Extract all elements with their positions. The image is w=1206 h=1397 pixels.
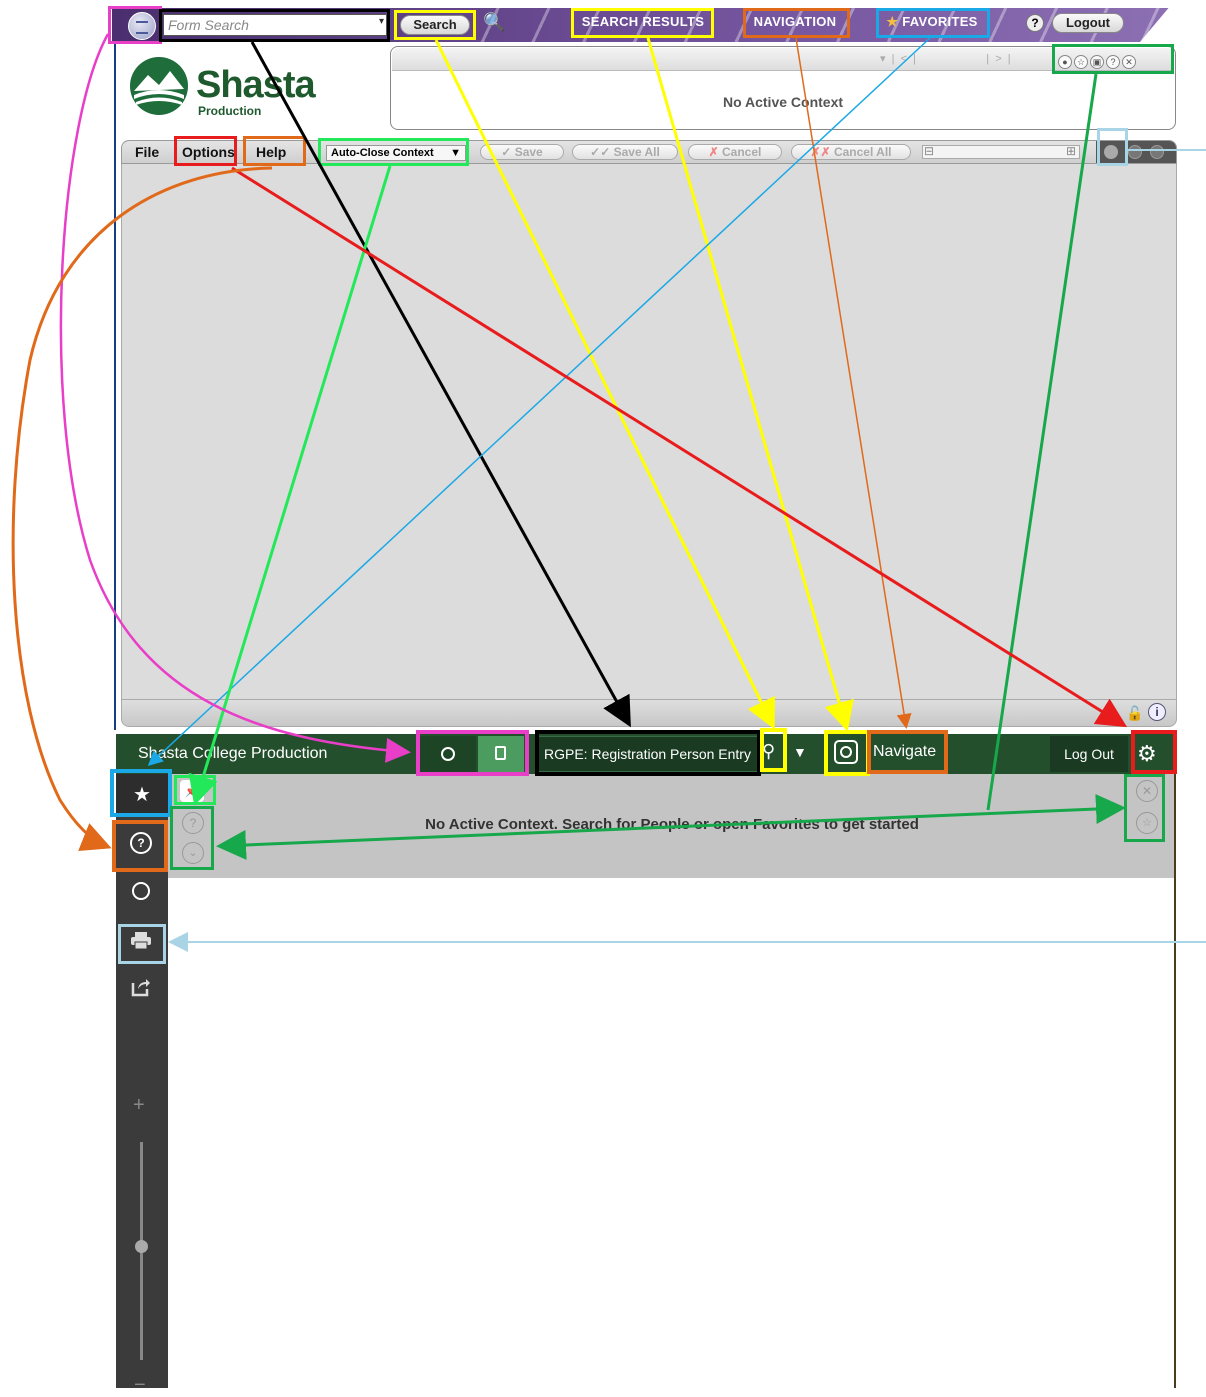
annotation-box-ctx-right [1124,774,1165,842]
annotation-box-favorites [876,8,990,38]
annotation-box-new-search [535,730,761,776]
frame-edge [1174,774,1176,1388]
cancel-button-label: Cancel [722,145,762,159]
cancel-all-button-label: Cancel All [833,145,892,159]
zoom-slider-knob[interactable] [135,1240,148,1253]
check-icon: ✓ [501,145,512,159]
zoom-in-icon[interactable]: + [133,1094,145,1117]
share-icon[interactable] [131,977,151,997]
annotation-box-ctx-left [170,806,214,870]
context-nav-controls: ▾ | < | | > | [880,53,1011,65]
double-cross-icon: ✗✗ [810,145,831,159]
annotation-box-person-form [416,730,529,776]
old-context-text: No Active Context [722,94,844,110]
annotation-box-pin [174,775,216,805]
annotation-box-search [394,10,476,40]
old-logout-button[interactable]: Logout [1052,13,1124,33]
old-status-bar [121,699,1177,727]
annotation-box-navigation [743,8,850,38]
annotation-box-search-results [571,8,714,38]
save-button-label: Save [514,145,543,159]
shasta-logo-icon [130,57,188,115]
cancel-all-button[interactable]: ✗✗ Cancel All [791,144,911,160]
annotation-box-print-new [118,924,166,964]
annotation-box-app-icon [108,6,162,44]
double-check-icon: ✓✓ [590,145,611,159]
annotation-box-form-search [159,9,390,42]
chevron-down-icon[interactable]: ▼ [793,744,807,760]
annotation-box-print-old [1097,128,1128,166]
new-logout-button[interactable]: Log Out [1050,736,1128,772]
cross-icon: ✗ [708,145,719,159]
magnify-plus-icon[interactable]: 🔍 [483,12,505,33]
annotation-box-new-search-icon [760,728,787,772]
save-button[interactable]: ✓ Save [480,144,564,160]
old-frame-border [114,44,116,730]
person-circle-icon[interactable] [132,882,150,900]
zoom-out-icon[interactable]: − [134,1374,146,1397]
zoom-out-icon[interactable]: ⊟ [924,144,934,158]
old-workspace [121,164,1177,699]
info-icon[interactable] [1150,145,1164,159]
annotation-box-auto-close [318,138,469,166]
export-icon[interactable] [1128,145,1142,159]
annotation-box-settings [1131,730,1177,774]
help-button[interactable]: ? [1026,14,1044,32]
annotation-box-favorites-star [110,769,172,817]
menu-file[interactable]: File [135,144,159,160]
save-all-button-label: Save All [613,145,660,159]
annotation-box-help-sidebar [112,820,168,872]
annotation-box-navigate [867,730,948,774]
cancel-button[interactable]: ✗ Cancel [688,144,782,160]
logo-subtitle: Production [198,104,262,118]
annotation-box-history [824,730,870,776]
app-title: Shasta College Production [138,745,328,762]
zoom-slider[interactable] [922,145,1080,159]
annotation-box-context-icons [1052,44,1174,74]
logo-title: Shasta [196,64,316,106]
save-all-button[interactable]: ✓✓ Save All [572,144,678,160]
new-context-text: No Active Context. Search for People or … [425,816,919,833]
annotation-box-options [174,136,237,166]
lock-icon[interactable]: 🔓 [1126,705,1143,722]
info-icon[interactable]: i [1148,703,1166,721]
annotation-box-help [243,136,306,166]
zoom-in-icon[interactable]: ⊞ [1066,144,1076,158]
